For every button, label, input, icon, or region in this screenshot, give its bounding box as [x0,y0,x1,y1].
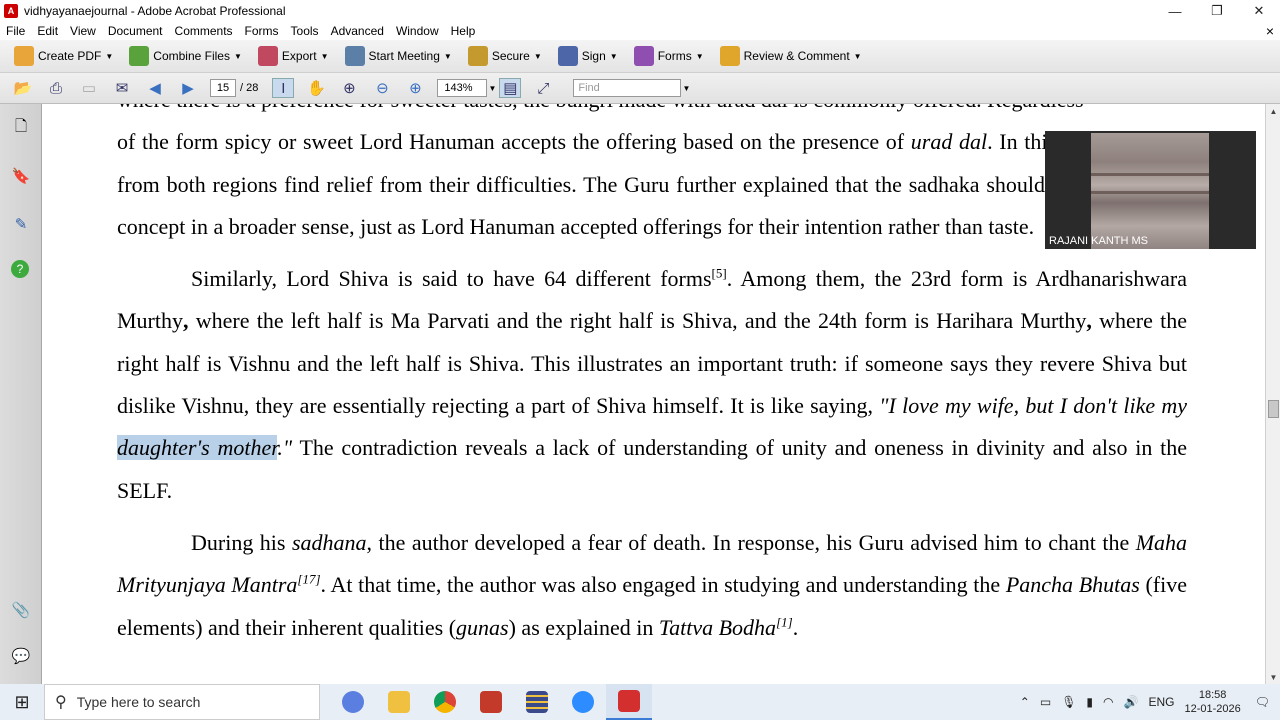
chevron-up-icon[interactable]: ⌃ [1020,695,1030,709]
forms-icon [633,46,654,66]
next-page-icon[interactable]: ▶ [177,78,199,98]
windows-start-icon[interactable]: ⊞ [0,684,44,720]
lock-icon [467,46,488,66]
find-input[interactable]: Find ▼ [573,79,690,97]
participant-name: RAJANI KANTH MS [1049,235,1149,247]
video-overlay[interactable]: RAJANI KANTH MS [1045,131,1256,249]
participant-video [1091,133,1209,249]
create-pdf-icon [14,46,34,66]
language-indicator[interactable]: ENG [1148,695,1174,709]
partial-line: where there is a preference for sweeter … [117,104,1187,121]
notification-icon[interactable]: 🗨 [1255,695,1270,709]
navigation-pane: 🗋 🔖 ✎ ? 📎 💬 [0,104,42,684]
menu-file[interactable]: File [0,24,31,38]
page-content: where there is a preference for sweeter … [117,104,1187,649]
restore-button[interactable]: ❐ [1196,0,1238,22]
email-icon[interactable]: ✉ [111,78,133,98]
menu-document[interactable]: Document [102,24,169,38]
system-tray: ⌃ ▭ 🎙 ▮ ◠ 🔊 ENG 18:58 12-01-2026 🗨 [1020,684,1280,720]
zoom-in-icon[interactable]: ⊕ [404,78,426,98]
wifi-icon[interactable]: ◠ [1103,695,1113,709]
title-bar: A vidhyayanaejournal - Adobe Acrobat Pro… [0,0,1280,22]
pages-panel-icon[interactable]: 🗋 [11,118,31,138]
help-panel-icon[interactable]: ? [11,260,29,278]
navigation-toolbar: 📂 ⎙ ▭ ✉ ◀ ▶ 15 / 28 I ✋ ⊕ ⊖ ⊕ 143% ▼ ▤ ⤢ … [0,73,1280,104]
combine-files-button[interactable]: Combine Files ▼ [123,43,248,69]
print-icon[interactable]: ⎙ [45,78,67,98]
comments-panel-icon[interactable]: 💬 [11,646,31,666]
start-meeting-button[interactable]: Start Meeting ▼ [339,43,458,69]
chrome-icon[interactable] [422,684,468,720]
microphone-icon[interactable]: 🎙 [1061,695,1076,709]
open-folder-icon[interactable]: 📂 [12,78,34,98]
signatures-panel-icon[interactable]: ✎ [11,214,31,234]
zoom-out-icon[interactable]: ⊖ [371,78,393,98]
comment-icon [719,46,740,66]
menu-advanced[interactable]: Advanced [325,24,390,38]
attachments-panel-icon[interactable]: 📎 [11,600,31,620]
menu-window[interactable]: Window [390,24,445,38]
volume-icon[interactable]: 🔊 [1124,695,1139,709]
file-explorer-icon[interactable] [376,684,422,720]
export-icon [257,46,278,66]
app-stripe-icon[interactable] [514,684,560,720]
task-toolbar: Create PDF ▼ Combine Files ▼ Export ▼ Start… [0,40,1280,73]
taskbar: ⊞ ⚲ Type here to search ⌃ ▭ 🎙 ▮ ◠ 🔊 ENG 1… [0,684,1280,720]
page-total: / 28 [240,82,259,94]
save-icon[interactable]: ▭ [78,78,100,98]
acrobat-taskbar-icon[interactable] [606,684,652,720]
paragraph-1: of the form spicy or sweet Lord Hanuman … [117,129,1187,239]
document-close-icon[interactable]: × [1266,22,1274,40]
close-button[interactable]: ✕ [1238,0,1280,22]
meeting-icon [344,46,365,66]
battery-icon[interactable]: ▮ [1086,695,1093,709]
select-tool-icon[interactable]: I [272,78,295,98]
vertical-scrollbar[interactable]: ▲ ▼ [1265,104,1280,684]
scroll-down-icon[interactable]: ▼ [1266,670,1280,684]
search-icon: ⚲ [55,694,67,711]
window-title: vidhyayanaejournal - Adobe Acrobat Profe… [24,4,286,18]
taskbar-search[interactable]: ⚲ Type here to search [44,684,320,720]
marquee-zoom-icon[interactable]: ⊕ [338,78,360,98]
forms-button[interactable]: Forms ▼ [628,43,710,69]
fit-width-icon[interactable]: ⤢ [532,78,554,98]
menu-forms[interactable]: Forms [239,24,285,38]
combine-files-icon [129,46,150,66]
secure-button[interactable]: Secure ▼ [462,43,548,69]
sign-button[interactable]: Sign ▼ [552,43,624,69]
fit-page-icon[interactable]: ▤ [499,78,522,98]
menu-edit[interactable]: Edit [31,24,64,38]
menu-comments[interactable]: Comments [169,24,239,38]
menu-tools[interactable]: Tools [285,24,325,38]
scroll-thumb[interactable] [1268,400,1279,418]
bookmarks-panel-icon[interactable]: 🔖 [11,166,31,186]
hand-tool-icon[interactable]: ✋ [305,78,327,98]
paragraph-3: During his sadhana, the author developed… [117,529,1188,640]
selected-text[interactable]: daughter's mother [117,435,278,461]
page-number-input[interactable]: 15 [210,79,236,97]
menu-view[interactable]: View [64,24,102,38]
pen-icon [557,46,578,66]
create-pdf-button[interactable]: Create PDF ▼ [8,43,119,69]
zoom-level-select[interactable]: 143% ▼ [437,79,496,97]
menu-bar: File Edit View Document Comments Forms T… [0,22,1280,40]
scroll-up-icon[interactable]: ▲ [1266,104,1280,118]
network-icon[interactable]: ▭ [1040,695,1051,709]
menu-help[interactable]: Help [445,24,482,38]
paragraph-2: Similarly, Lord Shiva is said to have 64… [117,265,1188,503]
review-comment-button[interactable]: Review & Comment ▼ [714,43,868,69]
clock[interactable]: 18:58 12-01-2026 [1184,688,1240,716]
export-button[interactable]: Export ▼ [252,43,335,69]
app-red-icon[interactable] [468,684,514,720]
minimize-button[interactable]: — [1154,0,1196,22]
copilot-app-icon[interactable] [330,684,376,720]
acrobat-app-icon: A [4,4,18,18]
previous-page-icon[interactable]: ◀ [144,78,166,98]
zoom-app-icon[interactable] [560,684,606,720]
